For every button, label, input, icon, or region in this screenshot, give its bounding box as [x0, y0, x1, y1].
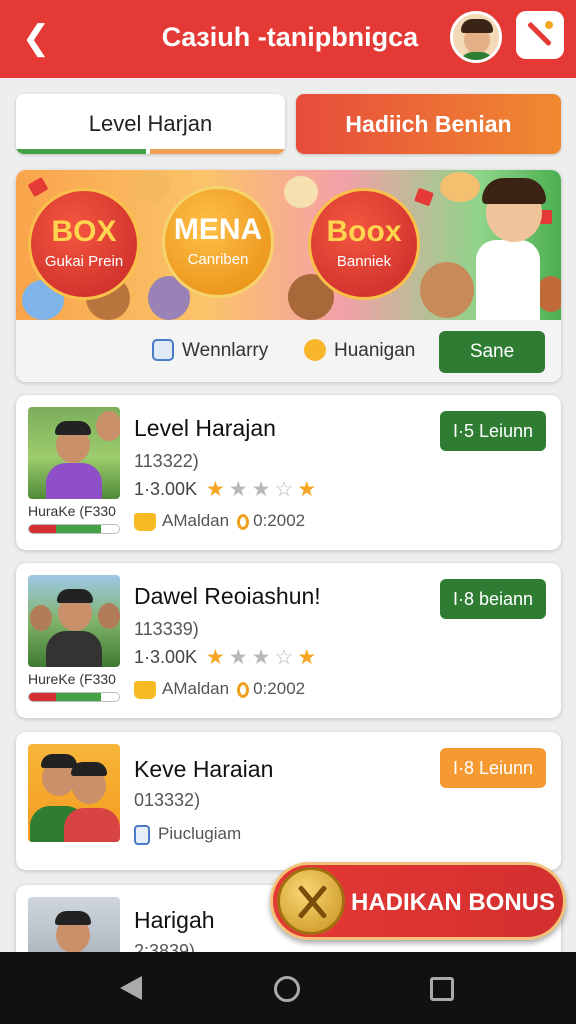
progress-fill-green — [56, 693, 101, 701]
card-meta: AMaldan 0:2002 — [134, 511, 305, 531]
coin-icon — [237, 681, 250, 698]
tab-progress-green — [16, 149, 146, 154]
back-arrow-icon[interactable]: ❮ — [18, 18, 54, 58]
card-title: Dawel Reoiashun! — [134, 583, 321, 609]
promo-circle-mena[interactable]: MENA Canriben — [162, 186, 274, 298]
sun-icon — [304, 339, 326, 361]
progress-fill-red — [29, 693, 56, 701]
level-badge[interactable]: I·5 Leiunn — [440, 411, 546, 451]
level-badge[interactable]: I·8 Leiunn — [440, 748, 546, 788]
card-code: 113339) — [134, 619, 199, 639]
bag-icon — [134, 824, 150, 845]
promo-footer: Wennlarry Huanigan Sane — [16, 320, 561, 382]
rating-stars: ★★★☆★ — [206, 478, 321, 501]
tab-progress-orange — [150, 149, 285, 154]
rating-stars: ★★★☆★ — [206, 646, 321, 669]
thumbnail-caption: HureKe (F330 — [28, 671, 116, 687]
progress-bar — [28, 692, 120, 702]
crown-icon — [134, 512, 156, 531]
card-meta: AMaldan 0:2002 — [134, 679, 305, 699]
bonus-label: HADIKAN BONUS — [351, 889, 555, 916]
tab-label: Level Harjan — [88, 111, 213, 136]
edit-button[interactable] — [516, 11, 564, 59]
tab-label: Hadiich Benian — [345, 111, 512, 137]
save-button[interactable]: Sane — [439, 331, 545, 373]
card-code: 013332) — [134, 790, 201, 810]
card-code: 113322) — [134, 451, 199, 471]
bonus-button[interactable]: HADIKAN BONUS — [270, 862, 566, 940]
avatar[interactable] — [450, 11, 502, 63]
chip-wennlarry[interactable]: Wennlarry — [182, 340, 268, 362]
level-badge[interactable]: I·8 beiann — [440, 579, 546, 619]
progress-bar — [28, 524, 120, 534]
chip-huanigan[interactable]: Huanigan — [334, 340, 415, 362]
card-title: Harigah — [134, 907, 215, 933]
home-icon — [152, 339, 174, 361]
promo-banner[interactable]: BOX Gukai Prein MENA Canriben Boox Banni… — [16, 170, 561, 320]
gold-coin-icon — [277, 867, 345, 935]
nav-back-icon[interactable] — [120, 976, 142, 1000]
card-title: Keve Haraian — [134, 756, 274, 782]
tab-level-harjan[interactable]: Level Harjan — [16, 94, 285, 154]
list-item[interactable]: HuraKe (F330 Level Harajan 113322) 1·3.0… — [16, 395, 561, 550]
promo-circle-box[interactable]: BOX Gukai Prein — [28, 188, 140, 300]
crown-icon — [134, 680, 156, 699]
promo-circle-boox[interactable]: Boox Banniek — [308, 188, 420, 300]
list-item[interactable]: HureKe (F330 Dawel Reoiashun! 113339) 1·… — [16, 563, 561, 718]
system-nav-bar — [0, 952, 576, 1024]
card-meta: Piuclugiam — [134, 824, 241, 845]
thumbnail-photo — [28, 575, 120, 667]
nav-home-icon[interactable] — [274, 976, 300, 1002]
coin-icon — [237, 513, 250, 530]
card-count: 1·3.00K — [134, 479, 198, 499]
list-item[interactable]: Keve Haraian 013332) Piuclugiam I·8 Leiu… — [16, 732, 561, 870]
thumbnail-photo — [28, 407, 120, 499]
thumbnail-photo — [28, 744, 120, 842]
thumbnail-caption: HuraKe (F330 — [28, 503, 116, 519]
page-title: Caɜiuh -tanipbnigca — [161, 22, 419, 52]
nav-recents-icon[interactable] — [430, 977, 454, 1001]
tab-hadiich-benian[interactable]: Hadiich Benian — [296, 94, 561, 154]
card-title: Level Harajan — [134, 415, 276, 441]
card-count: 1·3.00K — [134, 647, 198, 667]
app-header: ❮ Caɜiuh -tanipbnigca — [0, 0, 576, 78]
mascot-boy-body — [476, 240, 540, 320]
promo-card: BOX Gukai Prein MENA Canriben Boox Banni… — [16, 170, 561, 382]
progress-fill-green — [56, 525, 101, 533]
mascot-boy-hair — [482, 178, 546, 204]
progress-fill-red — [29, 525, 56, 533]
